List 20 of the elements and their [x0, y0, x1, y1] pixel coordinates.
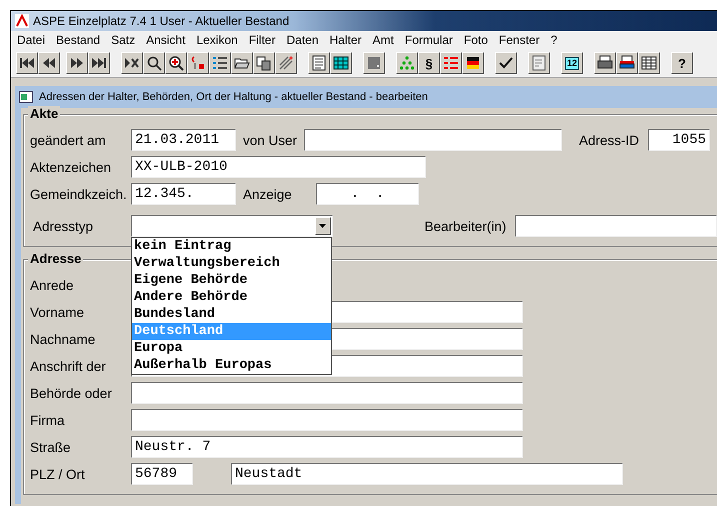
field-label: von User — [242, 132, 298, 148]
form-title: Adressen der Halter, Behörden, Ort der Haltung - aktueller Bestand - bearbeiten — [39, 91, 428, 103]
field-label: Aktenzeichen — [30, 160, 112, 174]
field-label: Vorname — [30, 304, 86, 320]
field-label: Adress-ID — [578, 132, 640, 148]
field-label: PLZ / Ort — [30, 466, 86, 482]
section-legend: Akte — [28, 106, 60, 121]
field-label: Anrede — [30, 278, 75, 292]
field-label: Bearbeiter(in) — [424, 218, 508, 234]
field-label: Straße — [30, 440, 72, 454]
field-label: Anschrift der — [30, 358, 107, 374]
field-label: geändert am — [30, 132, 107, 148]
window-title: ASPE Einzelplatz 7.4 1 User - Aktueller Bestand — [33, 14, 290, 28]
field-label: Nachname — [30, 332, 96, 346]
field-label: Gemeindkzeich. — [30, 186, 128, 202]
field-label: Adresstyp — [32, 218, 94, 234]
field-label: Anzeige — [242, 186, 293, 202]
field-label: Behörde oder — [30, 386, 113, 400]
field-label: Firma — [30, 412, 66, 428]
section-legend: Adresse — [28, 251, 84, 266]
